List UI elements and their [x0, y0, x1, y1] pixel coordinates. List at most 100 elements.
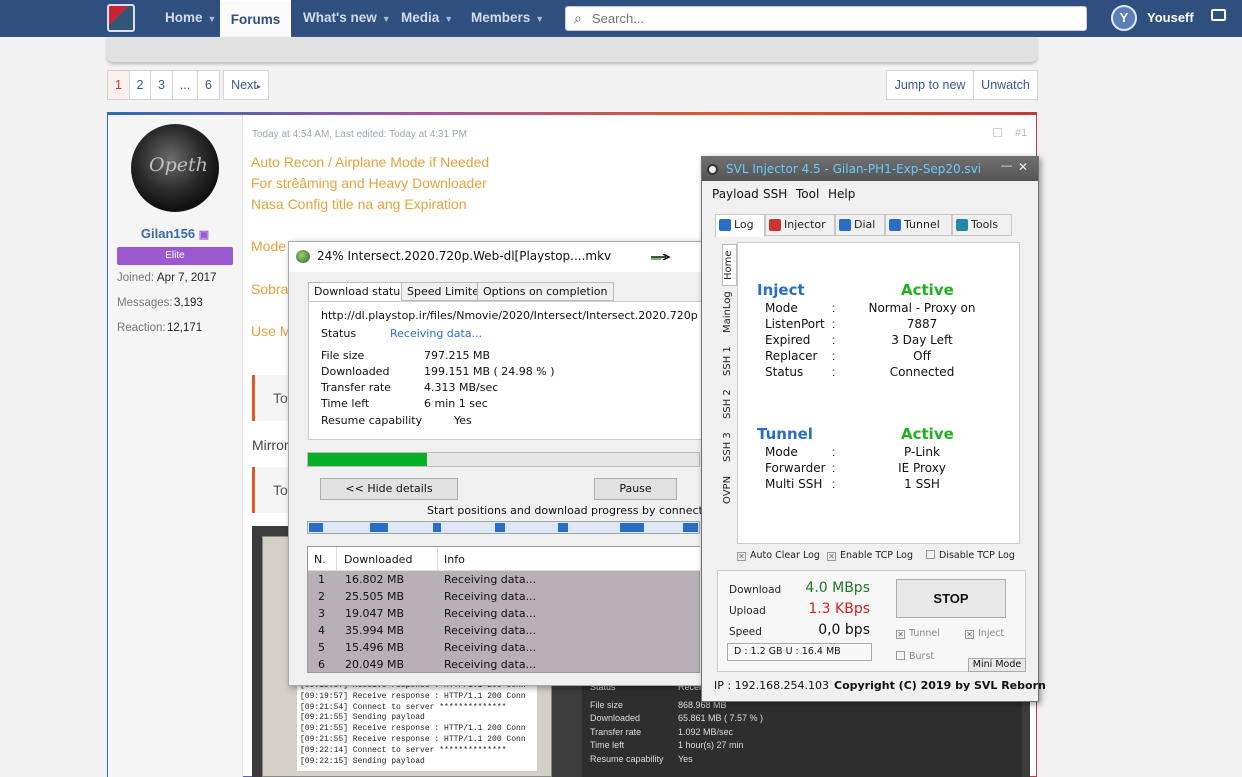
- user-avatar[interactable]: Y: [1111, 5, 1137, 31]
- user-badge-icon: ▣: [198, 229, 210, 241]
- mail-icon[interactable]: [1211, 9, 1226, 21]
- menu-tool[interactable]: Tool: [796, 187, 819, 201]
- timeleft-value: 6 min 1 sec: [424, 397, 488, 410]
- unwatch-button[interactable]: Unwatch: [973, 70, 1038, 100]
- next-page-button[interactable]: Next▸: [223, 70, 269, 100]
- tab-dial[interactable]: Dial: [835, 214, 885, 236]
- resume-label: Resume capability: [321, 414, 423, 427]
- minimize-button[interactable]: —: [1001, 160, 1012, 172]
- log-line: [09:21:55] Receive response : HTTP/1.1 2…: [300, 724, 526, 734]
- auto-clear-log-checkbox[interactable]: ✕ Auto Clear Log: [737, 550, 820, 561]
- vtab-ssh1[interactable]: SSH 1: [722, 342, 737, 380]
- pause-button[interactable]: Pause: [594, 478, 677, 500]
- table-row[interactable]: 1 16.802 MB Receiving data...: [308, 571, 700, 588]
- hide-details-button[interactable]: << Hide details: [320, 478, 458, 500]
- menu-help[interactable]: Help: [828, 187, 855, 201]
- joined-stat: Joined: Apr 7, 2017: [117, 272, 217, 284]
- header-strip: [107, 37, 1037, 62]
- dl2-row: Resume capability Yes: [590, 754, 693, 764]
- vtab-ssh2[interactable]: SSH 2: [722, 385, 737, 423]
- menu-ssh[interactable]: SSH: [763, 187, 787, 201]
- vtab-ovpn[interactable]: OVPN: [722, 471, 737, 509]
- page-3[interactable]: 3: [150, 70, 173, 100]
- connection-segment: [620, 523, 644, 532]
- vtab-mainlog[interactable]: MainLog: [722, 287, 737, 337]
- arrow-right-icon: [651, 254, 671, 260]
- tab-log[interactable]: Log: [715, 214, 765, 237]
- tab-options-on-completion[interactable]: Options on completion: [477, 282, 614, 301]
- col-header-downloaded[interactable]: Downloaded: [344, 553, 412, 566]
- upload-speed-value: 1.3 KBps: [808, 601, 870, 617]
- colon: :: [832, 445, 836, 459]
- search-input[interactable]: [592, 10, 1072, 27]
- col-header-info[interactable]: Info: [444, 553, 465, 566]
- search-box[interactable]: ⌕: [565, 6, 1087, 31]
- table-row[interactable]: 2 25.505 MB Receiving data...: [308, 588, 700, 605]
- log-line: [09:19:57] Receive response : HTTP/1.1 2…: [300, 691, 526, 701]
- nav-whats-new[interactable]: What's new ▼: [303, 0, 391, 37]
- inject-row-key: Status: [765, 365, 804, 379]
- inject-row-value: Connected: [889, 365, 955, 379]
- ip-address: IP : 192.168.254.103: [714, 679, 830, 692]
- nav-members[interactable]: Members ▼: [471, 0, 544, 37]
- table-row[interactable]: 4 35.994 MB Receiving data...: [308, 622, 700, 639]
- poster-avatar[interactable]: Opeth: [131, 124, 219, 212]
- post-number[interactable]: #1: [1015, 127, 1027, 139]
- inject-row-value: Off: [913, 349, 931, 363]
- mini-mode-button[interactable]: Mini Mode: [968, 658, 1026, 672]
- inject-state: Active: [901, 281, 954, 299]
- table-row[interactable]: 6 20.049 MB Receiving data...: [308, 656, 700, 673]
- speed-label: Speed: [729, 626, 762, 638]
- vtab-ssh3[interactable]: SSH 3: [722, 428, 737, 466]
- col-header-n[interactable]: N.: [314, 553, 326, 566]
- colon: :: [832, 333, 836, 347]
- chevron-down-icon: ▼: [444, 14, 454, 24]
- site-logo[interactable]: [107, 4, 135, 32]
- page-ellipsis[interactable]: ...: [172, 70, 198, 100]
- resume-value: Yes: [454, 414, 472, 427]
- stop-button[interactable]: STOP: [896, 579, 1006, 618]
- bookmark-icon[interactable]: ☐: [992, 126, 1003, 140]
- svl-title-bar[interactable]: SVL Injector 4.5 - Gilan-PH1-Exp-Sep20.s…: [702, 157, 1038, 181]
- tab-download-status[interactable]: Download status: [308, 282, 412, 302]
- phone-icon: [839, 219, 851, 231]
- page-6[interactable]: 6: [197, 70, 220, 100]
- username-link[interactable]: Youseff: [1147, 10, 1194, 25]
- tunnel-option-checkbox[interactable]: ✕ Tunnel: [896, 628, 940, 639]
- burst-option-checkbox[interactable]: Burst: [896, 651, 934, 662]
- tab-tools[interactable]: Tools: [952, 214, 1012, 236]
- tab-injector[interactable]: Injector: [765, 214, 835, 236]
- page-2[interactable]: 2: [129, 70, 151, 100]
- table-row[interactable]: 3 19.047 MB Receiving data...: [308, 605, 700, 622]
- vtab-home[interactable]: Home: [722, 244, 737, 286]
- speed-value: 0,0 bps: [818, 622, 870, 638]
- column-divider: [336, 547, 337, 570]
- rate-value: 4.313 MB/sec: [424, 381, 499, 394]
- nav-media[interactable]: Media ▼: [401, 0, 453, 37]
- close-button[interactable]: ✕: [1018, 160, 1028, 174]
- disable-tcp-log-checkbox[interactable]: Disable TCP Log: [926, 550, 1015, 561]
- quote-block: To: [252, 467, 292, 513]
- connection-segment: [433, 523, 441, 532]
- log-icon: [719, 219, 731, 231]
- connection-segment: [370, 523, 388, 532]
- page-1[interactable]: 1: [107, 70, 130, 100]
- connection-segment: [309, 523, 323, 532]
- poster-name[interactable]: Gilan156 ▣: [117, 226, 233, 241]
- download-url: http://dl.playstop.ir/files/Nmovie/2020/…: [321, 309, 699, 322]
- filesize-value: 797.215 MB: [424, 349, 491, 362]
- log-line: [09:21:55] Sending payload: [300, 713, 425, 723]
- nav-home[interactable]: Home ▼: [165, 0, 216, 37]
- nav-forums[interactable]: Forums: [220, 0, 291, 37]
- download-window-title[interactable]: 24% Intersect.2020.720p.Web-dl[Playstop.…: [289, 242, 701, 271]
- tunnel-row-value: IE Proxy: [898, 461, 946, 475]
- inject-option-checkbox[interactable]: ✕ Inject: [965, 628, 1004, 639]
- tab-tunnel[interactable]: Tunnel: [885, 214, 952, 236]
- enable-tcp-log-checkbox[interactable]: ✕ Enable TCP Log: [827, 550, 913, 561]
- chevron-down-icon: ▼: [381, 14, 391, 24]
- jump-to-new-button[interactable]: Jump to new: [886, 70, 974, 100]
- chevron-right-icon: ▸: [256, 82, 261, 91]
- menu-payload[interactable]: Payload: [712, 187, 759, 201]
- tunnel-icon: [889, 219, 901, 231]
- table-row[interactable]: 5 15.496 MB Receiving data...: [308, 639, 700, 656]
